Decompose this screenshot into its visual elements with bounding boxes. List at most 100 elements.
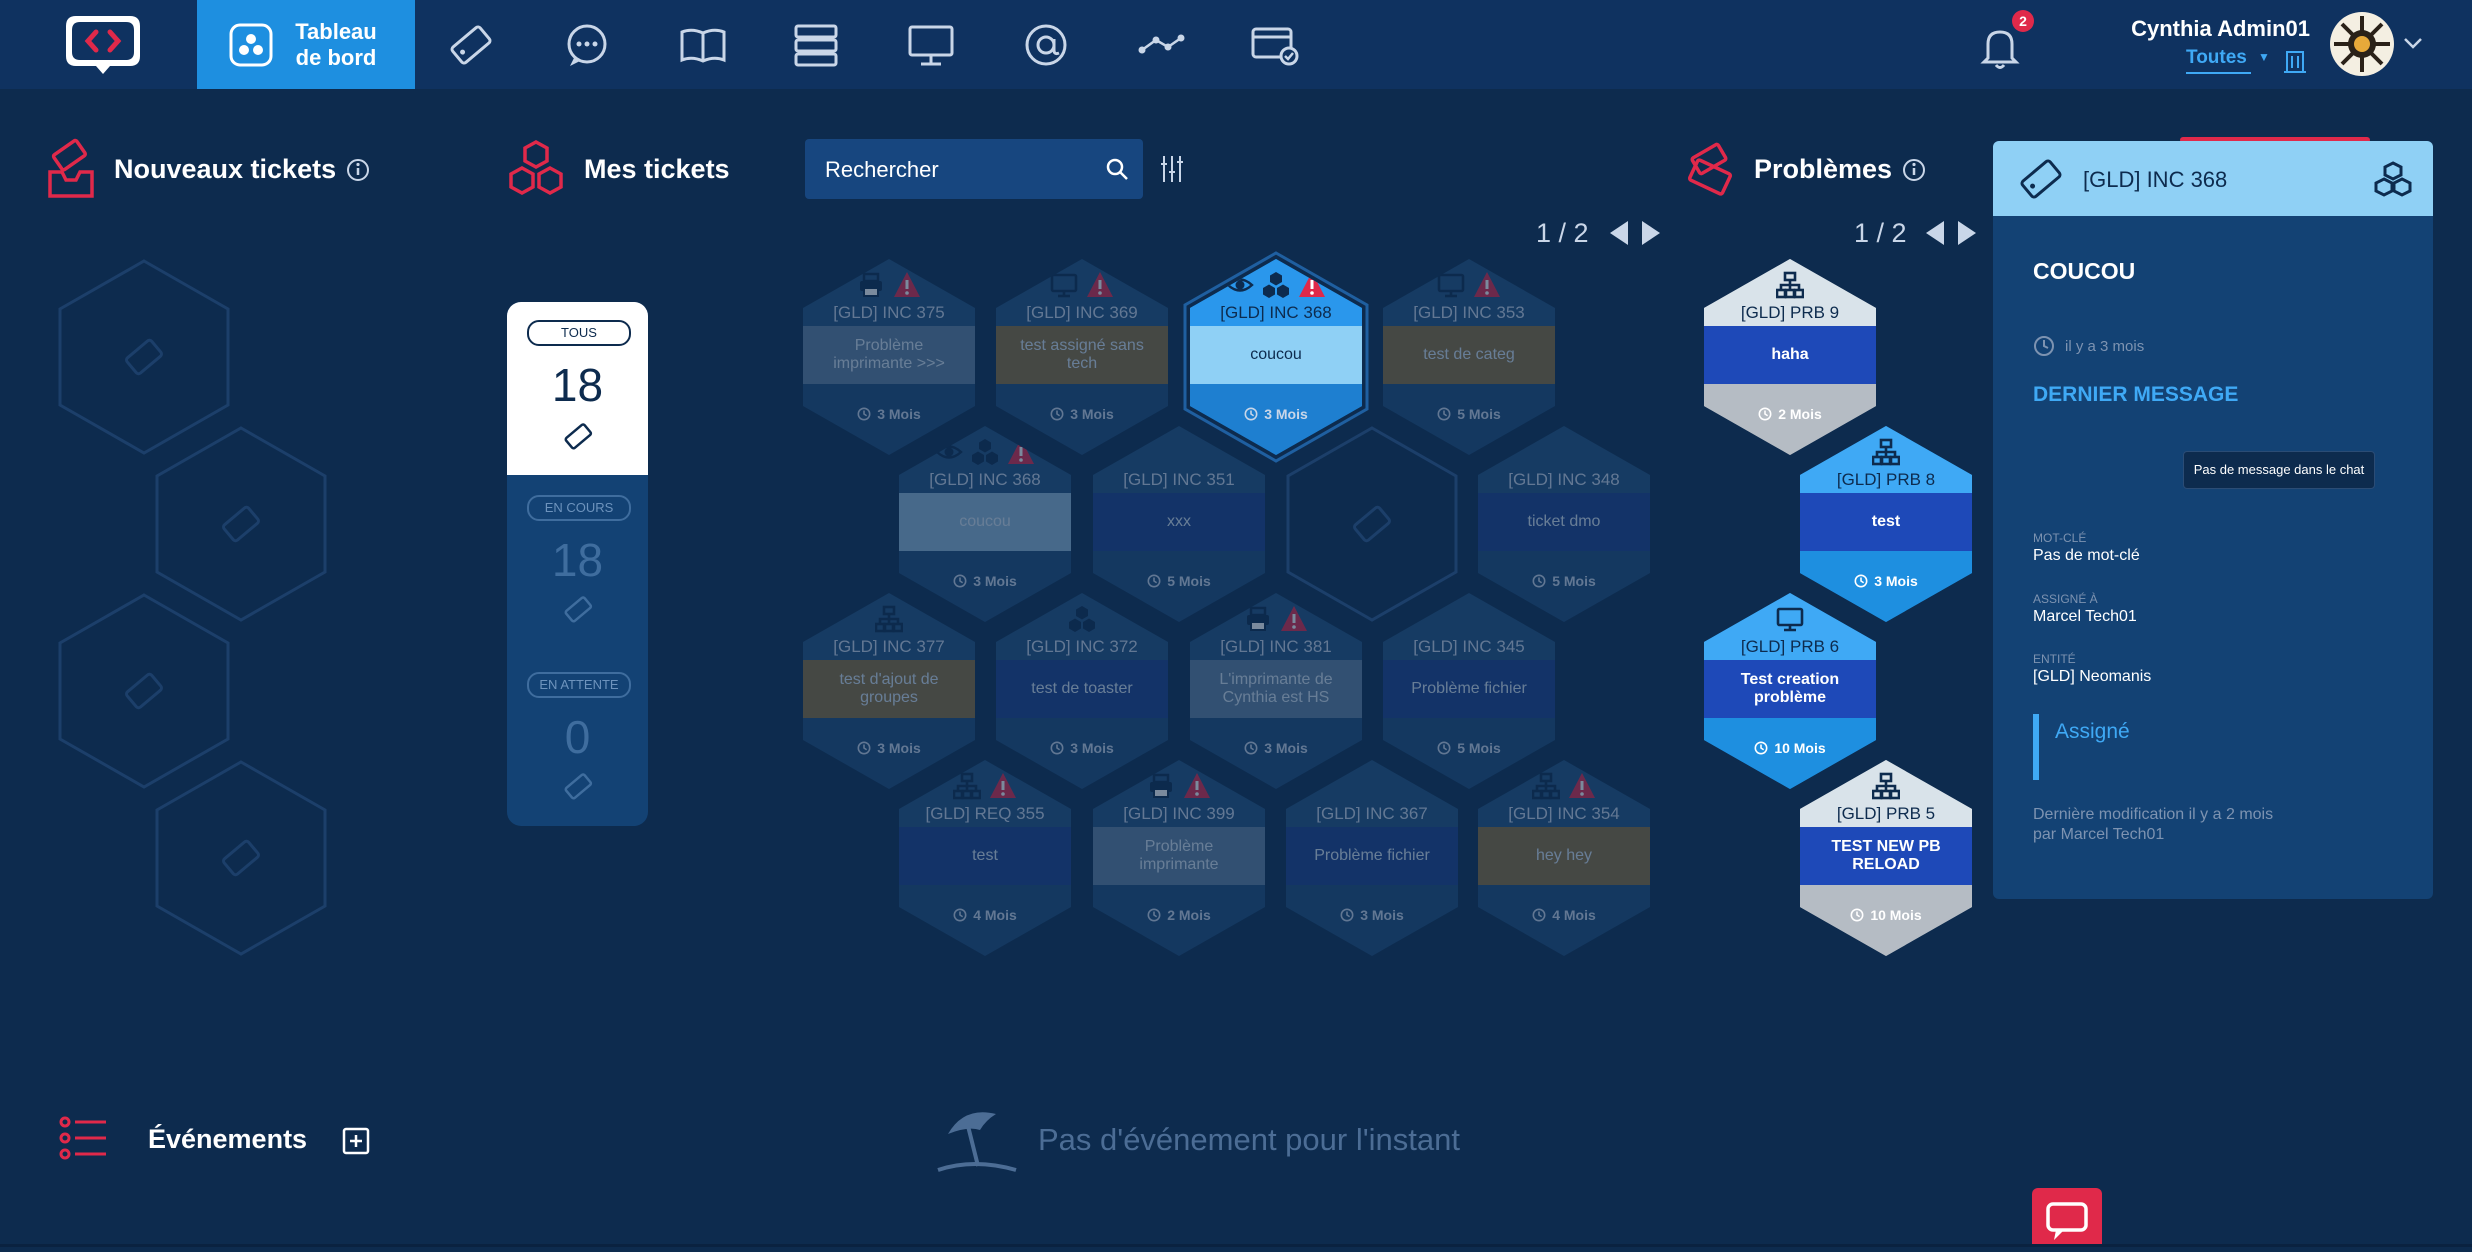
info-icon[interactable] — [1902, 158, 1926, 182]
problem-age-text: 3 Mois — [1874, 573, 1918, 589]
nav-knowledge-base[interactable] — [678, 20, 728, 70]
book-icon — [680, 28, 726, 63]
at-sign-icon — [1025, 24, 1067, 66]
chat-button[interactable] — [2032, 1188, 2102, 1247]
problem-card[interactable]: haha [GLD] PRB 9 2 Mois — [1704, 259, 1876, 455]
add-event-button[interactable] — [342, 1127, 370, 1155]
ticket-icons — [996, 605, 1168, 635]
assigned-label: ASSIGNÉ À — [2033, 592, 2098, 606]
clock-icon — [1532, 908, 1546, 922]
problem-age-text: 10 Mois — [1870, 907, 1922, 923]
ticket-age-text: 3 Mois — [877, 740, 921, 756]
problem-card[interactable]: Test creation problème [GLD] PRB 6 10 Mois — [1704, 593, 1876, 789]
ticket-code: [GLD] INC 368 — [929, 470, 1041, 489]
ticket-age: 4 Mois — [1478, 907, 1650, 923]
billing-icon — [1251, 27, 1299, 66]
tickets-prev-page-button[interactable] — [1610, 221, 1628, 245]
filter-sliders-icon[interactable] — [1160, 154, 1184, 184]
building-icon[interactable] — [2282, 48, 2308, 74]
ticket-icons — [899, 772, 1071, 802]
ticket-card[interactable]: L'imprimante de Cynthia est HS [GLD] INC … — [1190, 593, 1362, 789]
ticket-card[interactable]: hey hey [GLD] INC 354 4 Mois — [1478, 760, 1650, 956]
ticket-age: 2 Mois — [1093, 907, 1265, 923]
chat-icon — [2046, 1202, 2088, 1240]
list-icon — [58, 1114, 108, 1162]
counter-in-progress[interactable]: EN COURS 18 — [507, 475, 648, 650]
entity-filter-select[interactable]: Toutes — [2186, 47, 2251, 74]
network-icon — [1871, 438, 1901, 471]
ticket-age: 3 Mois — [1190, 406, 1362, 422]
problem-tickets-icon — [1686, 140, 1736, 200]
ticket-icons — [996, 271, 1168, 301]
ticket-code: [GLD] INC 348 — [1508, 470, 1620, 489]
ticket-card[interactable]: coucou [GLD] INC 368 3 Mois — [899, 426, 1071, 622]
nav-devices[interactable] — [906, 20, 956, 70]
ticket-code: [GLD] INC 399 — [1123, 804, 1235, 823]
empty-ticket-slot — [1286, 426, 1458, 622]
group-icon — [2373, 161, 2413, 197]
clock-icon — [1854, 574, 1868, 588]
ticket-code: [GLD] INC 345 — [1413, 637, 1525, 656]
nav-workflow[interactable] — [1136, 20, 1186, 70]
new-tickets-title: Nouveaux tickets — [114, 154, 337, 184]
ticket-code: [GLD] INC 351 — [1123, 470, 1235, 489]
nav-tickets[interactable] — [446, 20, 496, 70]
clock-icon — [1532, 574, 1546, 588]
ticket-card[interactable]: ticket dmo [GLD] INC 348 5 Mois — [1478, 426, 1650, 622]
printer-icon — [1244, 605, 1272, 638]
problems-next-page-button[interactable] — [1958, 221, 1976, 245]
clock-icon — [1244, 407, 1258, 421]
ticket-card[interactable]: test [GLD] REQ 355 4 Mois — [899, 760, 1071, 956]
problems-prev-page-button[interactable] — [1926, 221, 1944, 245]
group-icon — [971, 438, 999, 471]
tab-dashboard[interactable]: Tableau de bord — [197, 0, 415, 89]
ticket-card[interactable]: test assigné sans tech [GLD] INC 369 3 Moi… — [996, 259, 1168, 455]
clock-icon — [1754, 741, 1768, 755]
search-icon[interactable] — [1105, 157, 1129, 181]
nav-chat[interactable] — [562, 20, 612, 70]
ticket-card[interactable]: Problème imprimante [GLD] INC 399 2 Mois — [1093, 760, 1265, 956]
panel-ticket-age: il y a 3 mois — [2065, 338, 2145, 355]
problem-age: 10 Mois — [1704, 740, 1876, 756]
ticket-code: [GLD] INC 381 — [1220, 637, 1332, 656]
ticket-title: Problème fichier — [1286, 827, 1458, 885]
ticket-detail-panel: [GLD] INC 368 COUCOU il y a 3 mois DERNI… — [1993, 141, 2433, 899]
nav-mentions[interactable] — [1021, 20, 1071, 70]
no-events-message: Pas d'événement pour l'instant — [1038, 1122, 1460, 1157]
ticket-card[interactable]: test d'ajout de groupes [GLD] INC 377 3 Mo… — [803, 593, 975, 789]
clock-icon — [1050, 407, 1064, 421]
info-icon[interactable] — [346, 158, 370, 182]
ticket-title: test de categ — [1383, 326, 1555, 384]
ticket-age-text: 3 Mois — [973, 573, 1017, 589]
user-avatar[interactable] — [2330, 12, 2394, 76]
search-box — [805, 139, 1143, 199]
ticket-card[interactable]: Problème imprimante >>> [GLD] INC 375 3 Mo… — [803, 259, 975, 455]
alert-icon — [1183, 772, 1211, 805]
tickets-next-page-button[interactable] — [1642, 221, 1660, 245]
ticket-age-text: 3 Mois — [1070, 740, 1114, 756]
counter-all[interactable]: TOUS 18 — [507, 302, 648, 475]
counter-waiting[interactable]: EN ATTENTE 0 — [507, 650, 648, 825]
ticket-card[interactable]: Problème fichier [GLD] INC 345 5 Mois — [1383, 593, 1555, 789]
ticket-card[interactable]: test de toaster [GLD] INC 372 3 Mois — [996, 593, 1168, 789]
problem-title: haha — [1704, 326, 1876, 384]
problem-card[interactable]: TEST NEW PB RELOAD [GLD] PRB 5 10 Mois — [1800, 760, 1972, 956]
chevron-down-icon[interactable] — [2402, 32, 2424, 54]
ticket-age: 5 Mois — [1383, 740, 1555, 756]
network-icon — [1531, 772, 1561, 805]
ticket-age-text: 5 Mois — [1552, 573, 1596, 589]
ticket-title: Problème imprimante — [1093, 827, 1265, 885]
nav-assets[interactable] — [791, 20, 841, 70]
status-badge[interactable]: Assigné — [2055, 720, 2130, 744]
no-message-tooltip: Pas de message dans le chat — [2183, 451, 2375, 489]
ticket-card[interactable]: Problème fichier [GLD] INC 367 3 Mois — [1286, 760, 1458, 956]
panel-ticket-code: [GLD] INC 368 — [2083, 167, 2228, 192]
last-modification-line: Dernière modification il y a 2 mois — [2033, 806, 2274, 823]
search-input[interactable] — [823, 153, 1097, 187]
ticket-age: 5 Mois — [1478, 573, 1650, 589]
ticket-title: coucou — [1190, 326, 1362, 384]
app-logo[interactable] — [62, 12, 144, 76]
nav-billing[interactable] — [1250, 20, 1300, 70]
ticket-title: ticket dmo — [1478, 493, 1650, 551]
problem-card[interactable]: test [GLD] PRB 8 3 Mois — [1800, 426, 1972, 622]
